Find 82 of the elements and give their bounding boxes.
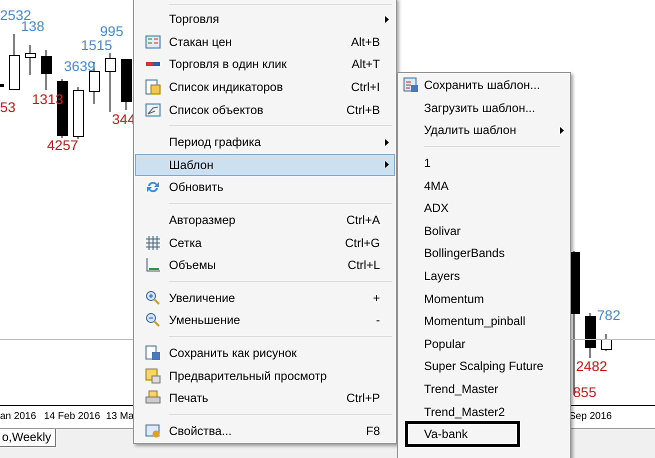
menu-label: Объемы bbox=[169, 257, 217, 274]
price-label: 2482 bbox=[576, 358, 608, 374]
menu-item[interactable]: Сохранить как рисунок bbox=[135, 342, 395, 364]
shortcut-label: Alt+T bbox=[352, 56, 380, 74]
menu-label: Торговля bbox=[169, 11, 220, 28]
chart-tab[interactable]: o,Weekly bbox=[0, 429, 56, 447]
zoom-in-icon bbox=[144, 290, 160, 306]
menu-label: Шаблон bbox=[169, 156, 214, 174]
shortcut-label: Ctrl+A bbox=[346, 212, 380, 230]
menu-label: Торговля в один клик bbox=[169, 56, 288, 74]
menu-item[interactable]: Свойства... F8 bbox=[135, 420, 395, 442]
menu-item[interactable]: Объемы Ctrl+L bbox=[135, 254, 395, 277]
price-label: 782 bbox=[597, 307, 620, 323]
shortcut-label: Ctrl+B bbox=[346, 102, 380, 119]
menu-item[interactable]: Обновить bbox=[135, 176, 395, 199]
volume-icon bbox=[144, 257, 160, 274]
candle bbox=[25, 44, 36, 76]
menu-label: Увеличение bbox=[169, 290, 236, 307]
candle bbox=[601, 334, 612, 352]
properties-icon bbox=[144, 422, 160, 439]
menu-label: Печать bbox=[169, 390, 210, 408]
shortcut-label: Ctrl+I bbox=[350, 79, 380, 96]
shortcut-label: Ctrl+L bbox=[348, 257, 380, 274]
candle bbox=[585, 312, 596, 358]
menu-item[interactable]: Стакан цен Alt+B bbox=[135, 30, 395, 54]
chart-icon bbox=[144, 102, 160, 118]
menu-item[interactable]: Период графика bbox=[135, 130, 395, 154]
submenu-item[interactable]: Va-bank bbox=[405, 421, 520, 448]
date-label: 14 Feb 2016 bbox=[44, 411, 100, 422]
date-label: 13 Ma bbox=[106, 411, 134, 422]
date-label: an 2016 bbox=[0, 411, 36, 422]
shortcut-label: Ctrl+P bbox=[346, 390, 380, 408]
grid-icon bbox=[144, 234, 160, 251]
preview-icon bbox=[144, 368, 160, 384]
menu-item[interactable]: Уменьшение - bbox=[135, 309, 395, 332]
price-label: 4257 bbox=[47, 137, 78, 153]
menu-label: Обновить bbox=[169, 179, 224, 196]
menu-label: Стакан цен bbox=[169, 34, 233, 51]
menu-item[interactable]: Сетка Ctrl+G bbox=[135, 231, 395, 254]
menu-item[interactable]: Авторазмер Ctrl+A bbox=[135, 208, 395, 232]
menu-label: Период графика bbox=[169, 134, 262, 152]
menu-label: Сохранить как рисунок bbox=[169, 345, 298, 362]
menu-label: Авторазмер bbox=[169, 212, 236, 230]
shortcut-label: Ctrl+G bbox=[344, 234, 380, 252]
price-label: 995 bbox=[100, 23, 124, 39]
shortcut-label: Alt+B bbox=[350, 34, 380, 51]
candle bbox=[0, 84, 4, 87]
price-label: 1515 bbox=[81, 37, 112, 53]
menu-item[interactable]: Торговля в один клик Alt+T bbox=[135, 53, 395, 76]
shortcut-label: F8 bbox=[366, 422, 380, 440]
price-label: 53 bbox=[0, 99, 16, 115]
candle bbox=[41, 50, 52, 90]
candle bbox=[121, 58, 132, 110]
zoom-out-icon bbox=[144, 312, 160, 328]
menu-item[interactable]: Торговля bbox=[135, 8, 395, 31]
menu-item[interactable]: Печать Ctrl+P bbox=[135, 386, 395, 410]
candle bbox=[105, 52, 116, 112]
menu-item[interactable]: Шаблон bbox=[135, 154, 395, 176]
submenu-arrow-icon bbox=[385, 161, 389, 168]
table-icon bbox=[144, 34, 160, 50]
save-template-icon bbox=[403, 77, 419, 94]
price-label: 855 bbox=[573, 384, 596, 400]
menu-label: Список объектов bbox=[169, 102, 264, 119]
menu-item[interactable]: Предварительный просмотр bbox=[135, 364, 395, 387]
menu-item[interactable]: Список индикаторов Ctrl+I bbox=[135, 76, 395, 98]
menu-label: Сетка bbox=[169, 234, 203, 252]
menu-item[interactable]: Список объектов Ctrl+B bbox=[135, 98, 395, 121]
submenu-arrow-icon bbox=[385, 16, 389, 23]
shortcut-label: + bbox=[372, 290, 380, 307]
menu-item[interactable]: Увеличение + bbox=[135, 286, 395, 310]
menu-label: Уменьшение bbox=[169, 312, 242, 330]
candle bbox=[9, 34, 20, 90]
menu-label: Список индикаторов bbox=[169, 79, 284, 96]
menu-label: Предварительный просмотр bbox=[169, 368, 328, 385]
menu-label: Свойства... bbox=[169, 422, 233, 440]
save-image-icon bbox=[144, 345, 160, 362]
shortcut-label: - bbox=[376, 312, 380, 330]
submenu-arrow-icon bbox=[385, 138, 389, 146]
printer-icon bbox=[144, 390, 160, 406]
list-icon bbox=[144, 79, 160, 96]
candle bbox=[73, 86, 84, 140]
bar-icon bbox=[146, 62, 160, 66]
